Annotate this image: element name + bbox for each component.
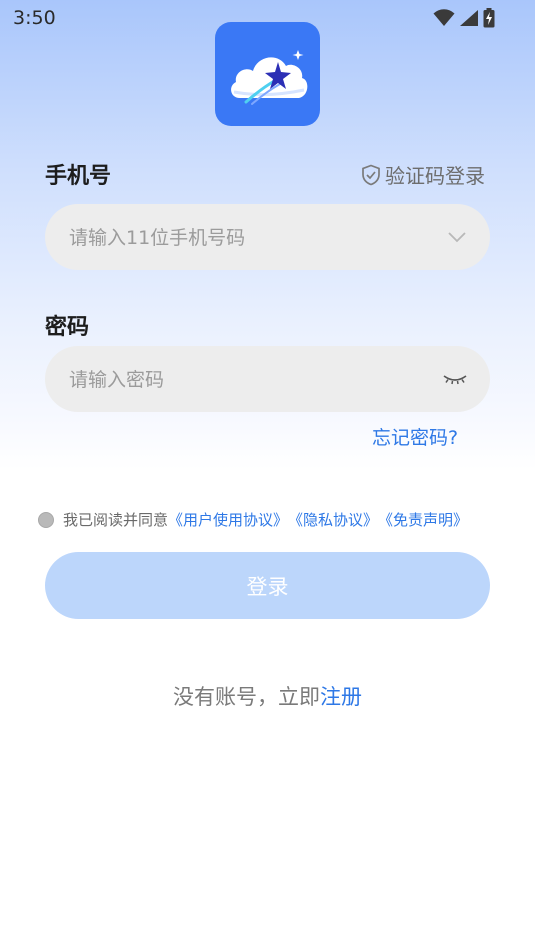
phone-input[interactable]	[67, 204, 431, 272]
eye-closed-icon[interactable]	[442, 368, 468, 390]
register-link[interactable]: 注册	[320, 685, 362, 709]
password-label: 密码	[45, 315, 90, 340]
login-button[interactable]: 登录	[45, 552, 490, 619]
phone-field	[45, 204, 490, 272]
status-time: 3:50	[13, 7, 56, 29]
sms-login-label: 验证码登录	[385, 164, 485, 188]
sms-login-link[interactable]: 验证码登录	[361, 160, 485, 189]
shield-check-icon	[362, 164, 380, 185]
status-icons	[433, 8, 495, 28]
agreement-radio[interactable]	[38, 511, 54, 528]
agreement-row: 我已阅读并同意 《用户使用协议》 《隐私协议》 《免责声明》	[38, 509, 468, 530]
agreement-prefix: 我已阅读并同意	[63, 511, 169, 529]
privacy-policy-link[interactable]: 《隐私协议》	[288, 509, 378, 530]
user-agreement-link[interactable]: 《用户使用协议》	[168, 509, 288, 530]
register-prompt: 没有账号，立即	[173, 685, 320, 709]
wifi-icon	[433, 9, 455, 26]
app-logo	[215, 22, 320, 126]
cloud-shooting-star-icon	[230, 50, 307, 105]
forgot-password-link[interactable]: 忘记密码?	[372, 423, 458, 450]
phone-label: 手机号	[45, 164, 112, 189]
disclaimer-link[interactable]: 《免责声明》	[378, 509, 468, 530]
password-input[interactable]	[67, 346, 431, 414]
cellular-signal-icon	[460, 10, 478, 26]
register-row: 没有账号，立即注册	[0, 681, 535, 711]
password-field	[45, 346, 490, 414]
chevron-down-icon[interactable]	[446, 226, 468, 248]
battery-charging-icon	[483, 8, 495, 28]
